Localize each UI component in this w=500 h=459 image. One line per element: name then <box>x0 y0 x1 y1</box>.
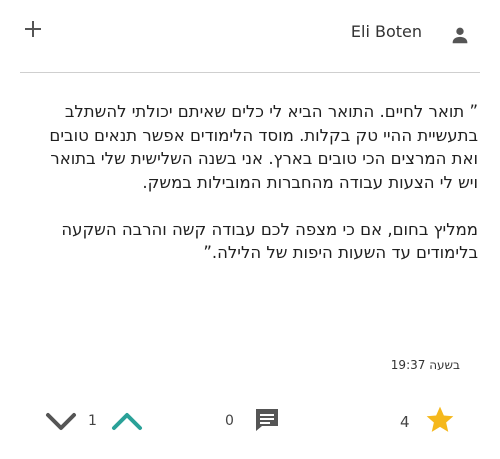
rating-count: 4 <box>400 413 410 431</box>
review-actions: 1 0 4 <box>0 400 500 450</box>
chevron-up-icon[interactable] <box>110 408 144 434</box>
plus-icon[interactable] <box>22 18 44 40</box>
author-name[interactable]: Eli Boten <box>351 22 422 41</box>
review-timestamp: בשעה 19:37 <box>390 358 460 372</box>
comment-count: 0 <box>225 413 234 429</box>
review-text: ” תואר לחיים. התואר הביא לי כלים שאיתם י… <box>49 102 478 262</box>
review-card: Eli Boten ” תואר לחיים. התואר הביא לי כל… <box>0 0 500 459</box>
star-icon[interactable] <box>424 404 456 436</box>
vote-count: 1 <box>88 413 97 429</box>
chevron-down-icon[interactable] <box>44 408 78 434</box>
comment-icon[interactable] <box>253 406 281 434</box>
header-divider <box>20 72 480 73</box>
person-icon[interactable] <box>449 24 471 46</box>
review-header: Eli Boten <box>0 0 500 72</box>
